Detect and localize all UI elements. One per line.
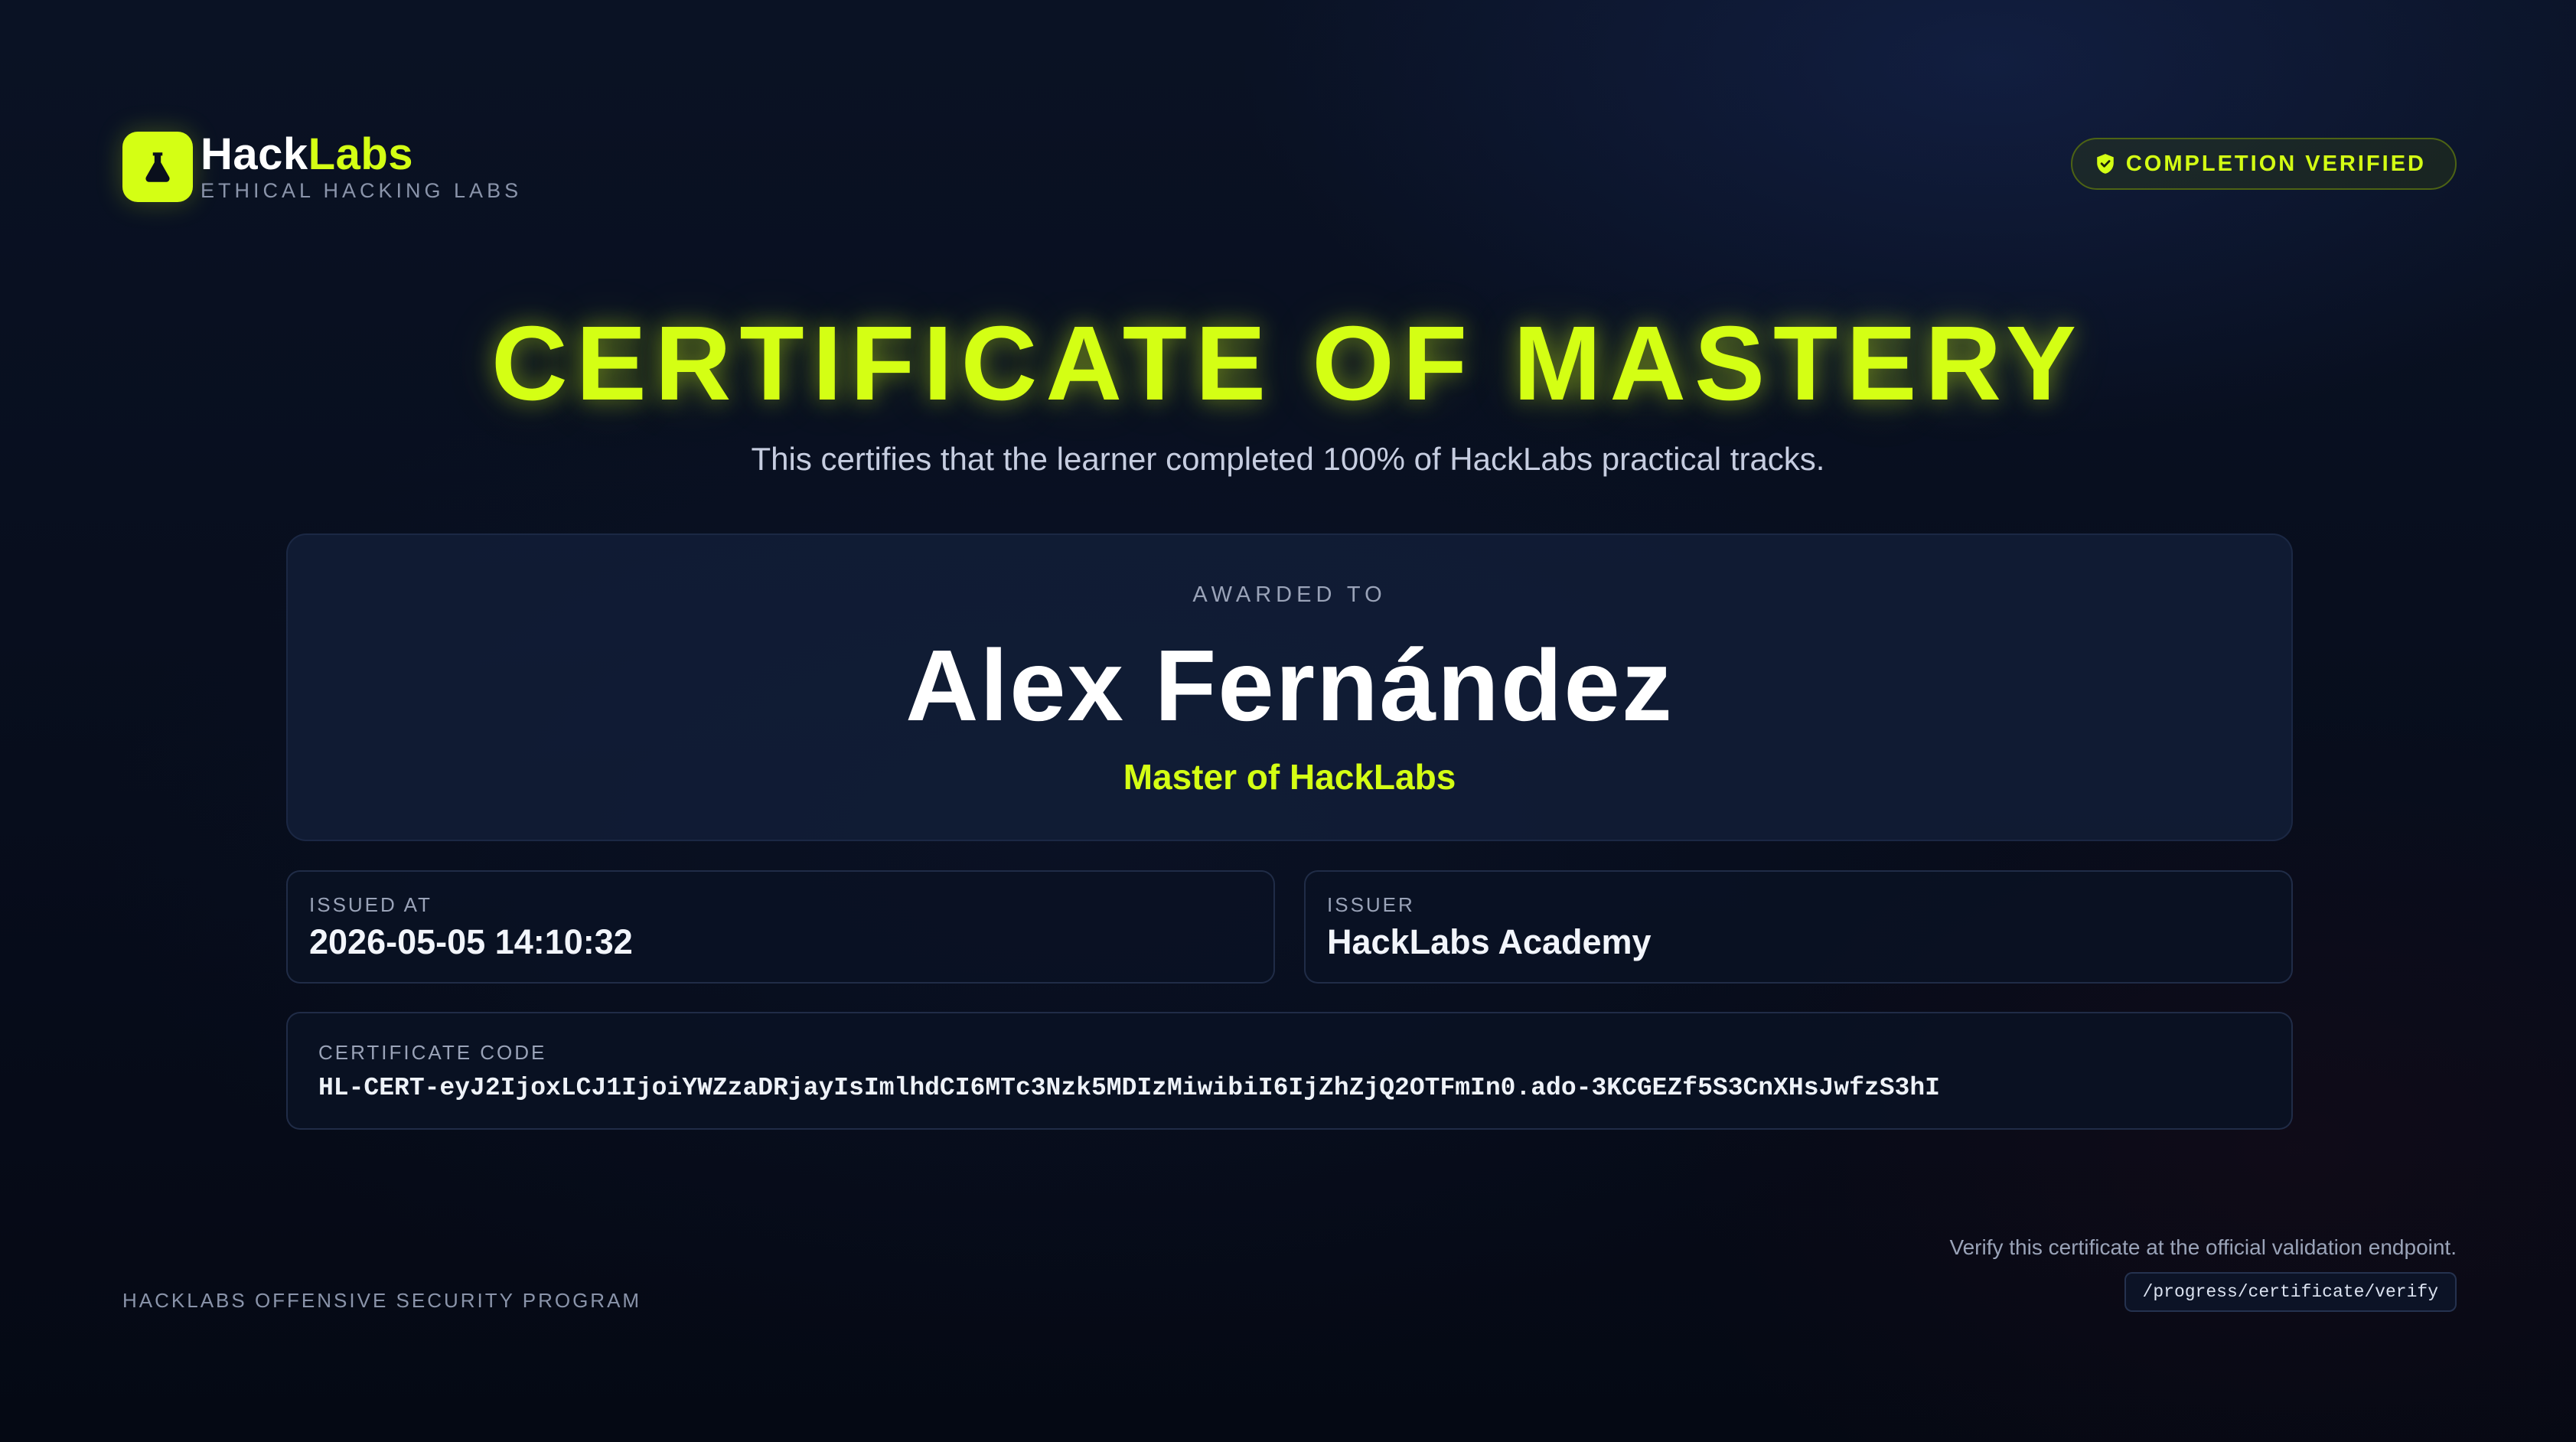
issuer-box: ISSUER HackLabs Academy bbox=[1304, 870, 2293, 984]
issued-at-value: 2026-05-05 14:10:32 bbox=[309, 922, 633, 961]
certificate-code-value[interactable]: HL-CERT-eyJ2IjoxLCJ1IjoiYWZzaDRjayIsImlh… bbox=[318, 1072, 1940, 1105]
brand-logo bbox=[122, 132, 193, 202]
issued-at-label: ISSUED AT bbox=[309, 893, 432, 916]
certificate-subtitle: This certifies that the learner complete… bbox=[751, 441, 1825, 477]
issued-at-box: ISSUED AT 2026-05-05 14:10:32 bbox=[286, 870, 1275, 984]
verify-endpoint-link[interactable]: /progress/certificate/verify bbox=[2124, 1272, 2457, 1312]
awarded-card: AWARDED TO Alex Fernández Master of Hack… bbox=[286, 533, 2293, 841]
brand-name-hack: Hack bbox=[201, 129, 308, 179]
shield-check-icon bbox=[2097, 154, 2114, 174]
issuer-label: ISSUER bbox=[1327, 893, 1415, 916]
brand-tagline: ETHICAL HACKING LABS bbox=[201, 179, 523, 202]
awarded-to-label: AWARDED TO bbox=[1192, 582, 1387, 607]
certificate-page: HackLabs ETHICAL HACKING LABS COMPLETION… bbox=[0, 0, 2576, 1442]
certificate-code-label: CERTIFICATE CODE bbox=[318, 1041, 547, 1064]
completion-verified-badge: COMPLETION VERIFIED bbox=[2070, 138, 2457, 190]
certificate-code-box: CERTIFICATE CODE HL-CERT-eyJ2IjoxLCJ1Ijo… bbox=[286, 1012, 2293, 1130]
footer-program: HACKLABS OFFENSIVE SECURITY PROGRAM bbox=[122, 1289, 642, 1312]
brand: HackLabs ETHICAL HACKING LABS bbox=[122, 130, 522, 204]
recipient-name: Alex Fernández bbox=[905, 629, 1674, 742]
brand-text: HackLabs ETHICAL HACKING LABS bbox=[201, 130, 522, 204]
brand-name: HackLabs bbox=[201, 130, 522, 179]
flask-icon bbox=[145, 152, 170, 182]
footer-verify-text: Verify this certificate at the official … bbox=[1949, 1235, 2457, 1259]
certificate-title: CERTIFICATE OF MASTERY bbox=[491, 305, 2085, 422]
brand-name-labs: Labs bbox=[308, 129, 414, 179]
issuer-value: HackLabs Academy bbox=[1327, 922, 1652, 961]
recipient-rank: Master of HackLabs bbox=[1123, 757, 1456, 797]
badge-label: COMPLETION VERIFIED bbox=[2125, 151, 2426, 176]
